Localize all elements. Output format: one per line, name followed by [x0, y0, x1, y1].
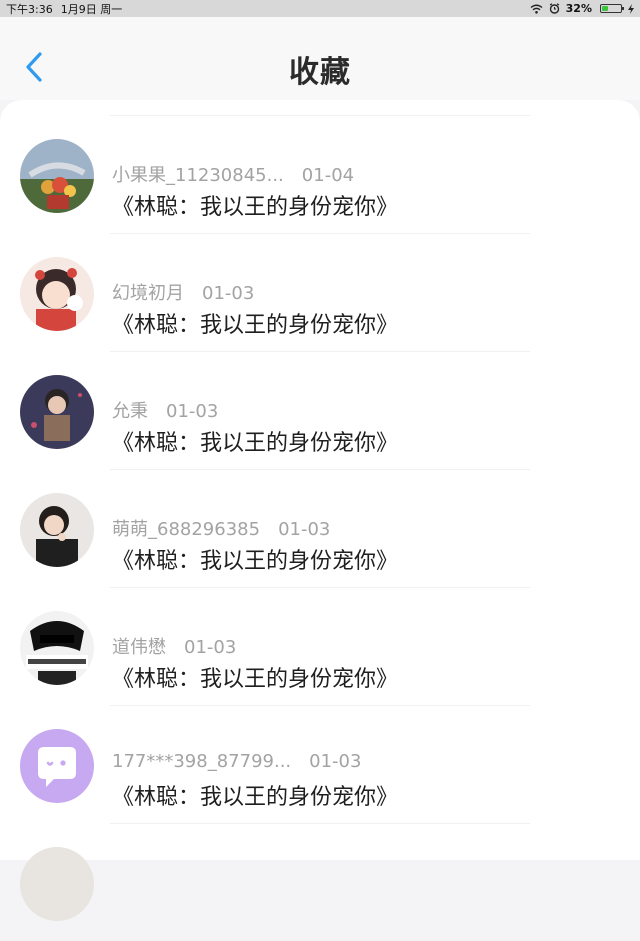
divider: [110, 351, 530, 352]
navigation-bar: 收藏: [0, 17, 640, 100]
avatar[interactable]: [20, 493, 94, 567]
avatar[interactable]: [20, 375, 94, 449]
list-item[interactable]: 允秉 01-03 《林聪：我以王的身份宠你》: [0, 351, 640, 469]
username: 幻境初月: [112, 283, 184, 304]
wifi-icon: [530, 4, 543, 14]
list-item[interactable]: 177***398_87799... 01-03 《林聪：我以王的身份宠你》: [0, 705, 640, 823]
item-meta: 小果果_11230845... 01-04: [112, 161, 354, 187]
list-item: [0, 823, 640, 941]
item-title[interactable]: 《林聪：我以王的身份宠你》: [112, 661, 398, 693]
item-date: 01-03: [202, 283, 255, 304]
divider: [110, 705, 530, 706]
charging-icon: [628, 3, 634, 14]
item-date: 01-03: [309, 751, 362, 772]
avatar: [20, 847, 94, 921]
favorites-list: 小果果_11230845... 01-04 《林聪：我以王的身份宠你》 幻境初月 0…: [0, 100, 640, 921]
status-right: 32%: [530, 2, 634, 15]
item-date: 01-03: [184, 637, 237, 658]
item-date: 01-03: [278, 519, 331, 540]
username: 道伟懋: [112, 637, 166, 658]
divider: [110, 587, 530, 588]
item-meta: 道伟懋 01-03: [112, 633, 236, 659]
item-date: 01-04: [301, 165, 355, 186]
username: 允秉: [112, 401, 148, 422]
item-title[interactable]: 《林聪：我以王的身份宠你》: [112, 189, 398, 221]
avatar-image: [20, 257, 94, 331]
item-title[interactable]: 《林聪：我以王的身份宠你》: [112, 779, 398, 811]
item-meta: 177***398_87799... 01-03: [112, 751, 361, 772]
avatar[interactable]: [20, 729, 94, 803]
item-date: 01-03: [166, 401, 219, 422]
list-item[interactable]: 萌萌_688296385 01-03 《林聪：我以王的身份宠你》: [0, 469, 640, 587]
divider: [110, 823, 530, 824]
status-date: 1月9日 周一: [60, 2, 123, 16]
divider: [110, 233, 530, 234]
default-avatar-chat-icon: [20, 729, 94, 803]
username: 177***398_87799...: [112, 751, 292, 772]
battery-icon: [600, 4, 624, 13]
avatar[interactable]: [20, 611, 94, 685]
avatar-image: [20, 375, 94, 449]
item-meta: 幻境初月 01-03: [112, 279, 254, 305]
list-item[interactable]: 小果果_11230845... 01-04 《林聪：我以王的身份宠你》: [0, 115, 640, 233]
avatar[interactable]: [20, 257, 94, 331]
status-time: 下午3:36: [6, 2, 53, 16]
item-title[interactable]: 《林聪：我以王的身份宠你》: [112, 307, 398, 339]
battery-percent: 32%: [565, 2, 592, 15]
item-meta: 萌萌_688296385 01-03: [112, 515, 330, 541]
list-item[interactable]: 幻境初月 01-03 《林聪：我以王的身份宠你》: [0, 233, 640, 351]
avatar-image: [20, 611, 94, 685]
status-bar: 下午3:36 1月9日 周一 32%: [0, 0, 640, 17]
username: 小果果_11230845...: [112, 165, 284, 186]
username: 萌萌_688296385: [112, 519, 261, 540]
divider: [110, 115, 530, 116]
page-title: 收藏: [289, 55, 351, 90]
avatar-image: [20, 139, 94, 213]
avatar[interactable]: [20, 139, 94, 213]
list-item[interactable]: 道伟懋 01-03 《林聪：我以王的身份宠你》: [0, 587, 640, 705]
item-meta: 允秉 01-03: [112, 397, 218, 423]
item-title[interactable]: 《林聪：我以王的身份宠你》: [112, 425, 398, 457]
divider: [110, 469, 530, 470]
status-left: 下午3:36 1月9日 周一: [6, 1, 122, 17]
alarm-icon: [549, 3, 559, 14]
avatar-image: [20, 493, 94, 567]
item-title[interactable]: 《林聪：我以王的身份宠你》: [112, 543, 398, 575]
